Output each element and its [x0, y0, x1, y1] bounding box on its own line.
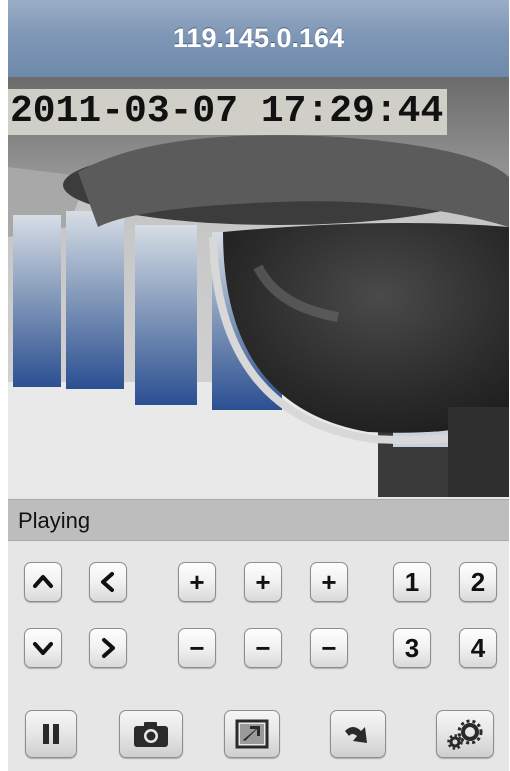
- video-frame: [8, 77, 509, 497]
- snapshot-button[interactable]: [119, 710, 183, 758]
- focus-in-button[interactable]: +: [244, 562, 282, 602]
- rotate-arrow-icon: [345, 727, 367, 743]
- zoom-in-button[interactable]: +: [178, 562, 216, 602]
- app-window: 119.145.0.164 2011-03-07 17:29:44 Playin…: [8, 0, 509, 771]
- preset-2-button[interactable]: 2: [459, 562, 497, 602]
- rotate-button[interactable]: [330, 710, 386, 758]
- video-timestamp: 2011-03-07 17:29:44: [8, 89, 448, 135]
- preset-1-button[interactable]: 1: [393, 562, 431, 602]
- pan-up-button[interactable]: [24, 562, 62, 602]
- status-text: Playing: [18, 508, 91, 533]
- pause-button[interactable]: [25, 710, 77, 758]
- fullscreen-button[interactable]: [224, 710, 280, 758]
- pan-right-button[interactable]: [89, 628, 127, 668]
- pan-down-button[interactable]: [24, 628, 62, 668]
- pan-left-button[interactable]: [89, 562, 127, 602]
- page-title: 119.145.0.164: [172, 23, 345, 53]
- settings-button[interactable]: [436, 710, 494, 758]
- title-bar: 119.145.0.164: [8, 0, 509, 78]
- gears-icon: [447, 719, 483, 750]
- chevron-right-icon: [102, 638, 115, 658]
- iris-open-button[interactable]: +: [310, 562, 348, 602]
- chevron-up-icon: [33, 575, 53, 588]
- iris-close-button[interactable]: −: [310, 628, 348, 668]
- control-panel: + + + − − − 1 2 3 4: [8, 541, 509, 771]
- chevron-down-icon: [33, 642, 53, 655]
- status-bar: Playing: [8, 499, 509, 541]
- zoom-out-button[interactable]: −: [178, 628, 216, 668]
- focus-out-button[interactable]: −: [244, 628, 282, 668]
- video-feed[interactable]: 2011-03-07 17:29:44: [8, 77, 509, 497]
- chevron-left-icon: [101, 572, 114, 592]
- fullscreen-icon: [235, 719, 269, 749]
- preset-3-button[interactable]: 3: [393, 628, 431, 668]
- pause-icon: [43, 724, 59, 744]
- preset-4-button[interactable]: 4: [459, 628, 497, 668]
- camera-icon: [134, 722, 168, 747]
